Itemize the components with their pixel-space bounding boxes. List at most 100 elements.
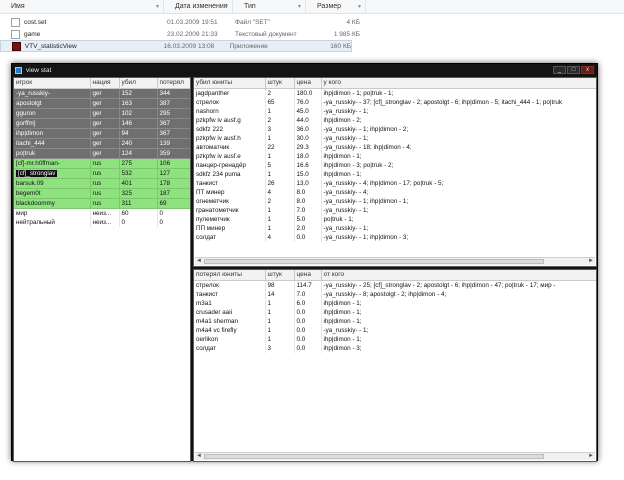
player-row[interactable]: ihp|dimon ger 94 367 [14, 128, 190, 139]
unit-cell: ihp|dimon - 1; [321, 307, 596, 317]
unit-row[interactable]: jagdpanther 2 180.0 ihp|dimon - 1; po|truk … [194, 88, 596, 98]
file-row[interactable]: cost.set 01.03.2009 19:51 Файл "SET" 4 КБ [0, 16, 624, 28]
player-row[interactable]: blackdoommy rus 311 69 [14, 198, 190, 209]
player-row[interactable]: нейтральный неиз... 0 0 [14, 217, 190, 227]
unit-cell: стрелок [194, 280, 266, 290]
column-type[interactable]: Тип ▾ [233, 0, 306, 14]
player-cell: 344 [157, 88, 190, 99]
column-header[interactable]: цена [294, 270, 322, 281]
player-row[interactable]: begem0t rus 325 187 [14, 188, 190, 199]
unit-cell: 1 [265, 334, 295, 344]
unit-row[interactable]: огнеметчик 2 8.0 -ya_russkiy- - 1; ihp|dimo… [194, 196, 596, 206]
scroll-right-icon[interactable]: ► [587, 258, 595, 265]
unit-cell: 1 [265, 169, 295, 179]
column-header[interactable]: убил [119, 78, 158, 89]
column-header[interactable]: игрок [14, 78, 91, 89]
close-button[interactable]: x [581, 66, 594, 74]
unit-cell: 114.7 [294, 280, 322, 290]
unit-row[interactable]: автоматчик 22 29.3 -ya_russkiy- - 18; ihp|d… [194, 142, 596, 152]
minimize-button[interactable]: _ [553, 66, 566, 74]
horizontal-scrollbar[interactable]: ◄ ► [195, 257, 595, 265]
player-row[interactable]: gguron ger 102 295 [14, 108, 190, 119]
unit-cell: 1 [265, 106, 295, 116]
file-date: 01.03.2009 19:51 [167, 18, 218, 26]
player-row[interactable]: itachi_444 ger 240 139 [14, 138, 190, 149]
unit-cell: -ya_russkiy- - 8; apostolgt - 2; ihp|dim… [321, 289, 596, 299]
column-header[interactable]: нация [90, 78, 120, 89]
player-row[interactable]: gorffm] ger 146 367 [14, 118, 190, 129]
unit-cell: -ya_russkiy- - 1; [321, 223, 596, 233]
unit-row[interactable]: m4a4 vc firefly 1 0.0 -ya_russkiy- - 1; [194, 325, 596, 335]
unit-row[interactable]: oerlikon 1 0.0 ihp|dimon - 1; [194, 334, 596, 344]
scroll-thumb[interactable] [204, 259, 544, 264]
file-row[interactable]: game 23.02.2009 21:33 Текстовый документ 1 … [0, 28, 624, 40]
unit-cell: 13.0 [294, 178, 322, 188]
window-titlebar[interactable]: view stat _ □ x [12, 64, 597, 76]
unit-row[interactable]: nashorn 1 45.0 -ya_russkiy- - 1; [194, 106, 596, 116]
scroll-right-icon[interactable]: ► [587, 453, 595, 460]
player-cell: 367 [157, 128, 190, 139]
unit-row[interactable]: пулеметчик 1 5.0 po|truk - 1; [194, 214, 596, 224]
unit-row[interactable]: sdkfz 222 3 36.0 -ya_russkiy- - 1; ihp|dimo… [194, 124, 596, 134]
column-header[interactable]: потерял [157, 78, 190, 89]
file-date: 16.03.2009 13:08 [163, 42, 215, 50]
maximize-button[interactable]: □ [567, 66, 580, 74]
column-header[interactable]: штук [265, 270, 295, 281]
unit-cell: 180.0 [294, 88, 322, 98]
player-row[interactable]: [cf]_stronglav rus 532 127 [14, 168, 190, 179]
player-cell: 102 [119, 108, 158, 119]
unit-cell: танкист [194, 289, 266, 299]
unit-row[interactable]: sdkfz 234 puma 1 15.0 ihp|dimon - 1; [194, 169, 596, 179]
unit-row[interactable]: pzkpfw iv ausf.e 1 18.0 ihp|dimon - 1; [194, 151, 596, 161]
player-cell: 139 [157, 138, 190, 149]
column-date[interactable]: Дата изменения ▾ [164, 0, 233, 14]
player-cell: -ya_russkiy- [14, 88, 91, 99]
killed-units-panel: убил юниты штук цена у кого jagdpanther 2 180… [193, 77, 597, 267]
column-header[interactable]: цена [294, 78, 322, 89]
unit-row[interactable]: стрелок 98 114.7 -ya_russkiy- - 25; [cf]_st… [194, 280, 596, 290]
player-cell: begem0t [14, 188, 91, 199]
scroll-left-icon[interactable]: ◄ [195, 258, 203, 265]
player-row[interactable]: apostolgt ger 163 387 [14, 98, 190, 109]
scroll-thumb[interactable] [204, 454, 544, 459]
unit-row[interactable]: pzkpfw iv ausf.h 1 30.0 -ya_russkiy- - 1; [194, 133, 596, 143]
column-header[interactable]: убил юниты [194, 78, 266, 89]
unit-cell: 1 [265, 223, 295, 233]
unit-row[interactable]: панцер-гренадёр 5 16.6 ihp|dimon - 3; po|tr… [194, 160, 596, 170]
player-cell: 94 [119, 128, 158, 139]
unit-cell: 3 [265, 343, 295, 353]
player-cell: blackdoommy [14, 198, 91, 209]
player-row[interactable]: barsuk.09 rus 401 178 [14, 178, 190, 189]
unit-row[interactable]: стрелок 65 76.0 -ya_russkiy- - 37; [cf]_str… [194, 97, 596, 107]
unit-cell: 36.0 [294, 124, 322, 134]
column-header[interactable]: штук [265, 78, 295, 89]
unit-row[interactable]: солдат 3 0.0 ihp|dimon - 3; [194, 343, 596, 353]
column-size[interactable]: Размер ▾ [306, 0, 366, 14]
unit-cell: 18.0 [294, 151, 322, 161]
unit-row[interactable]: ПТ минер 4 8.0 -ya_russkiy- - 4; [194, 187, 596, 197]
unit-row[interactable]: ПП минер 1 2.0 -ya_russkiy- - 1; [194, 223, 596, 233]
killed-units-table: убил юниты штук цена у кого jagdpanther 2 180… [194, 78, 596, 242]
column-name[interactable]: Имя ▾ [0, 0, 164, 14]
unit-row[interactable]: солдат 4 0.0 -ya_russkiy- - 1; ihp|dimon - … [194, 232, 596, 242]
file-type: Файл "SET" [235, 18, 271, 26]
player-row[interactable]: мир неиз... 60 0 [14, 208, 190, 218]
player-row[interactable]: po|truk ger 124 359 [14, 148, 190, 159]
player-row[interactable]: -ya_russkiy-ger 152 344 [14, 88, 190, 99]
unit-row[interactable]: crusader aaii 1 0.0 ihp|dimon - 1; [194, 307, 596, 317]
unit-row[interactable]: pzkpfw iv ausf.g 2 44.0 ihp|dimon - 2; [194, 115, 596, 125]
column-header[interactable]: у кого [321, 78, 596, 89]
unit-cell: pzkpfw iv ausf.e [194, 151, 266, 161]
unit-row[interactable]: m4a1 sherman 1 0.0 ihp|dimon - 1; [194, 316, 596, 326]
scroll-left-icon[interactable]: ◄ [195, 453, 203, 460]
horizontal-scrollbar[interactable]: ◄ ► [195, 452, 595, 460]
player-row[interactable]: [cf]-mr.h0ffman-rus 275 106 [14, 158, 190, 169]
column-header[interactable]: от кого [321, 270, 596, 281]
unit-row[interactable]: m3a1 1 6.0 ihp|dimon - 1; [194, 298, 596, 308]
unit-cell: 29.3 [294, 142, 322, 152]
file-row[interactable]: VTV_statisticView 16.03.2009 13:08 Приложе… [0, 40, 352, 52]
unit-row[interactable]: гранатометчик 1 7.0 -ya_russkiy- - 1; [194, 205, 596, 215]
unit-row[interactable]: танкист 14 7.0 -ya_russkiy- - 8; apostolgt … [194, 289, 596, 299]
column-header[interactable]: потерял юниты [194, 270, 266, 281]
unit-row[interactable]: танкист 26 13.0 -ya_russkiy- - 4; ihp|dimon… [194, 178, 596, 188]
